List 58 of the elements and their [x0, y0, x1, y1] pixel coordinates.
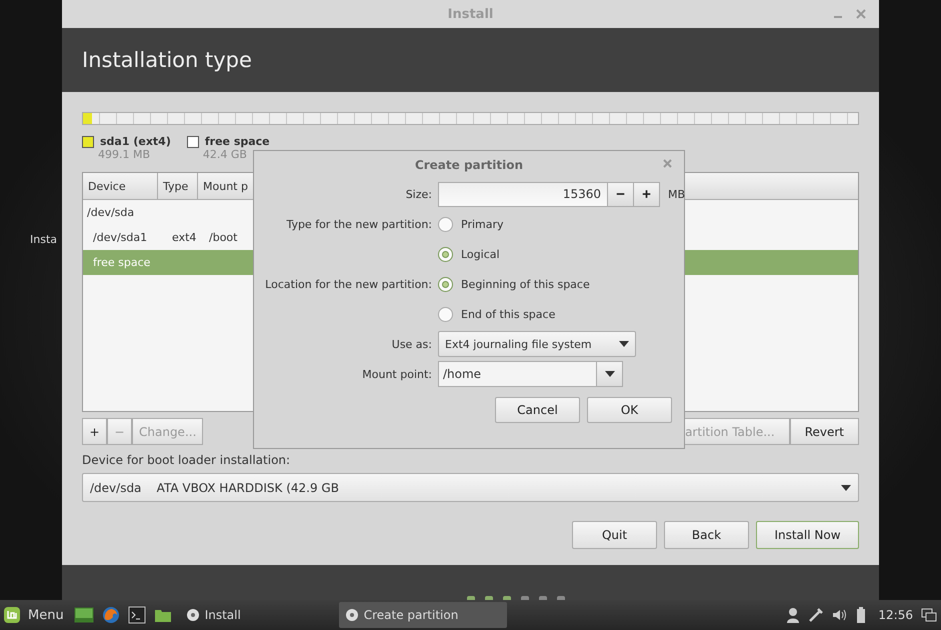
legend-size: 42.4 GB — [202, 148, 248, 161]
legend-size: 499.1 MB — [98, 148, 152, 161]
bootloader-label: Device for boot loader installation: — [82, 453, 292, 467]
folder-icon[interactable] — [154, 607, 172, 623]
mount-point-field[interactable]: /home — [438, 361, 597, 387]
field-label: Location for the new partition: — [265, 278, 432, 290]
dropdown-arrow-icon — [604, 371, 614, 377]
dialog-button[interactable]: Cancel — [495, 397, 580, 423]
field-label: Use as: — [392, 338, 432, 350]
legend-label: free space — [204, 135, 270, 148]
table-cell-text: /dev/sda1 — [92, 231, 148, 244]
radio-option[interactable]: Primary — [438, 209, 686, 239]
column-header[interactable]: Device — [83, 173, 158, 199]
user-icon[interactable] — [786, 607, 800, 623]
radio-option[interactable]: Logical — [438, 239, 686, 269]
battery-icon[interactable] — [856, 607, 866, 623]
page-title: Installation type — [82, 48, 252, 72]
nav-button[interactable]: Quit — [572, 521, 657, 549]
radio-option[interactable]: Beginning of this space — [438, 269, 686, 299]
increment-button[interactable]: + — [634, 182, 660, 206]
show-desktop-icon[interactable] — [74, 606, 94, 624]
table-cell-text: ext4 — [171, 231, 198, 244]
dropdown-arrow-icon — [841, 484, 851, 490]
legend-label: sda1 (ext4) — [100, 135, 171, 148]
field-label: Type for the new partition: — [286, 218, 432, 230]
table-cell-text: /boot — [208, 231, 238, 244]
volume-icon[interactable] — [832, 608, 848, 622]
clock[interactable]: 12:56 — [878, 608, 913, 622]
desktop-icon-label: Insta — [30, 233, 58, 246]
dropdown-button[interactable] — [597, 361, 623, 387]
workspace-icon[interactable] — [921, 608, 937, 622]
dropdown-arrow-icon — [619, 341, 629, 347]
unit-label: MB — [668, 188, 686, 200]
radio-option[interactable]: End of this space — [438, 299, 686, 329]
disc-icon — [186, 608, 200, 622]
table-action-button[interactable]: Revert — [790, 418, 859, 445]
dialog-title: Create partition — [414, 158, 524, 172]
nav-button[interactable]: Install Now — [756, 521, 859, 549]
field-label: Size: — [406, 188, 432, 200]
decrement-button[interactable]: − — [608, 182, 634, 206]
field-label: Mount point: — [362, 368, 432, 380]
size-field[interactable]: 15360 — [438, 182, 608, 206]
bootloader-dropdown[interactable]: /dev/sda ATA VBOX HARDDISK (42.9 GB — [82, 473, 859, 502]
dialog-button[interactable]: OK — [587, 397, 672, 423]
table-action-button[interactable]: + — [82, 418, 107, 445]
column-header[interactable]: Mount p — [198, 173, 253, 199]
browser-icon[interactable] — [102, 606, 120, 624]
taskbar-window-button[interactable]: Create partition — [338, 602, 507, 628]
nav-button[interactable]: Back — [664, 521, 749, 549]
window-title: Install — [448, 6, 494, 22]
table-cell-text: free space — [92, 256, 152, 269]
use-as-dropdown[interactable]: Ext4 journaling file system — [438, 331, 636, 357]
column-header[interactable]: Type — [158, 173, 198, 199]
mint-logo-icon — [3, 606, 21, 624]
disc-icon — [344, 608, 359, 622]
taskbar-window-button[interactable]: Install — [180, 602, 335, 628]
terminal-icon[interactable] — [128, 606, 146, 624]
menu-button[interactable]: Menu — [0, 606, 70, 624]
